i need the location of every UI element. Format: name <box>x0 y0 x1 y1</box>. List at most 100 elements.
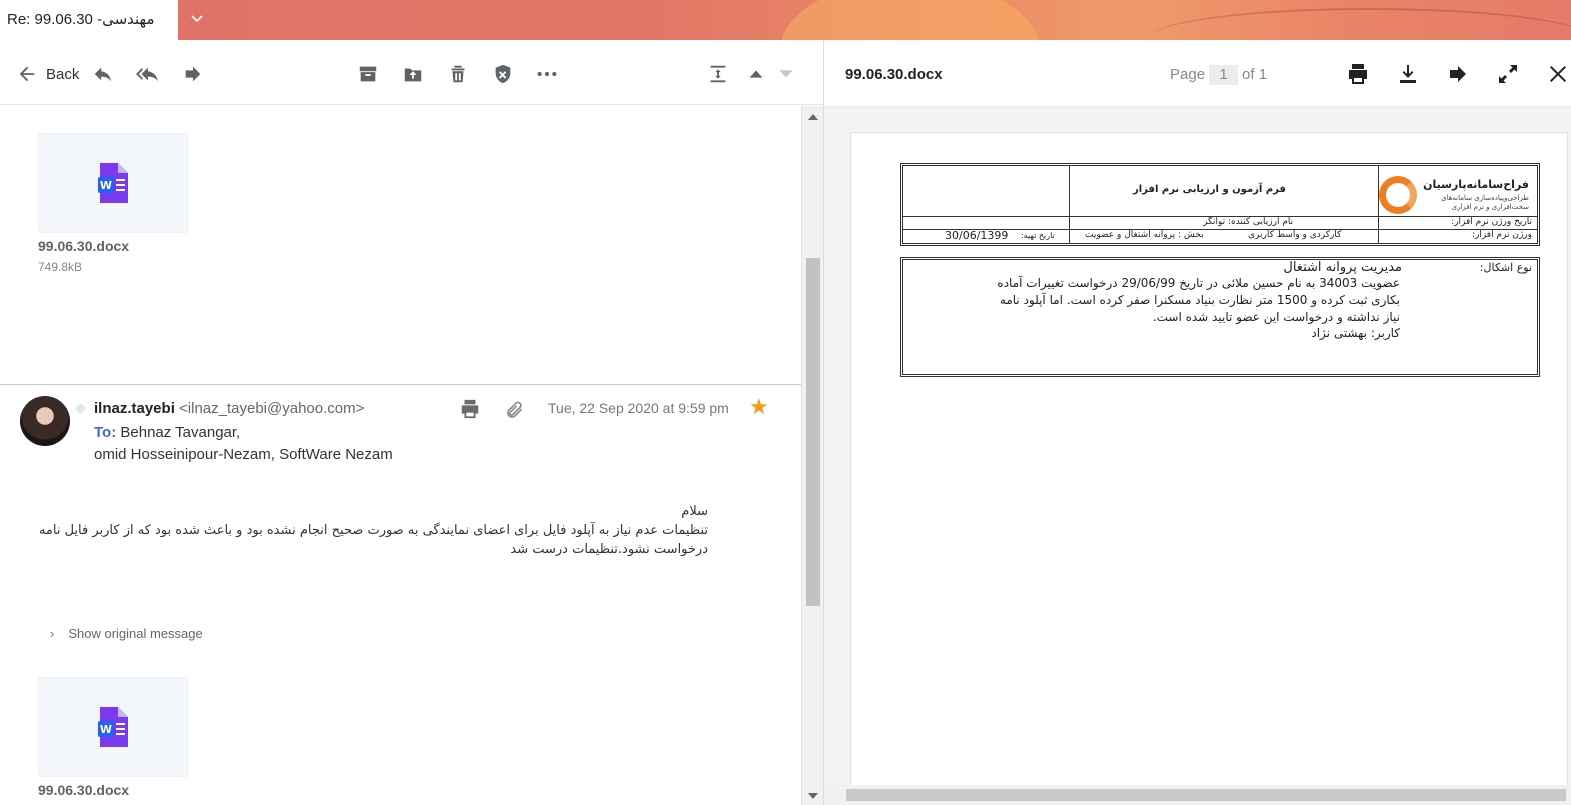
spam-button[interactable] <box>492 62 514 86</box>
issue-table: نوع اشکال: مدیریت پروانه اشتغال عضویت 34… <box>900 257 1540 377</box>
next-icon <box>779 70 793 78</box>
recipients: To: Behnaz Tavangar, omid Hosseinipour-N… <box>94 422 393 466</box>
attachment-filename[interactable]: 99.06.30.docx <box>38 238 190 254</box>
conversation-tab-title[interactable]: Re: 99.06.30 -مهندسی <box>0 0 178 40</box>
word-document-icon: W <box>98 163 128 203</box>
archive-icon <box>359 66 377 82</box>
recipient-list-line[interactable]: Behnaz Tavangar, <box>120 424 240 441</box>
issue-type-label: نوع اشکال: <box>1479 261 1532 274</box>
attachment-indicator <box>505 400 525 425</box>
paperclip-icon <box>507 401 523 418</box>
attachment-thumbnail[interactable]: W <box>38 677 188 777</box>
show-original-label: Show original message <box>68 626 203 641</box>
scroll-down-icon[interactable] <box>808 793 818 799</box>
delete-button[interactable] <box>447 62 469 86</box>
next-message-button[interactable] <box>775 62 797 86</box>
forward-button[interactable] <box>182 62 204 86</box>
version-date-label: تاریخ ورژن نرم افزار: <box>1451 217 1532 227</box>
document-page: فراح‌سامانه‌پارسیان طراحی‌وپیاده‌سازی سا… <box>850 132 1568 787</box>
issue-description: عضویت 34003 به نام حسین ملائی در تاریخ 2… <box>997 276 1400 340</box>
more-button[interactable] <box>536 62 558 86</box>
download-icon <box>1400 65 1416 83</box>
show-original-toggle[interactable]: › Show original message <box>50 626 203 641</box>
delete-icon <box>451 65 465 83</box>
page-indicator: Page 1 of 1 <box>1170 65 1267 85</box>
issue-title: مدیریت پروانه اشتغال <box>1283 260 1402 275</box>
archive-button[interactable] <box>357 62 379 86</box>
recipient-list-line[interactable]: omid Hosseinipour-Nezam, SoftWare Nezam <box>94 444 393 466</box>
forward-icon <box>185 66 201 82</box>
scroll-up-icon[interactable] <box>808 114 818 120</box>
message-scrollbar[interactable] <box>801 106 823 805</box>
attachment-thumbnail[interactable]: W <box>38 133 188 233</box>
star-icon[interactable]: ★ <box>749 394 769 420</box>
attachment-filesize: 749.8kB <box>38 260 83 274</box>
word-document-icon: W <box>98 707 128 747</box>
preview-header: 99.06.30.docx Page 1 of 1 <box>824 40 1571 107</box>
company-logo: فراح‌سامانه‌پارسیان طراحی‌وپیاده‌سازی سا… <box>1379 172 1529 214</box>
prep-date-label: تاریخ تهیه: <box>1021 231 1055 240</box>
previous-message-button[interactable] <box>745 62 767 86</box>
back-button[interactable]: Back <box>16 62 79 86</box>
body-line: سلام <box>681 504 708 519</box>
sender-avatar[interactable] <box>20 396 70 446</box>
print-icon <box>461 399 479 419</box>
form-title: فرم آزمون و ارزیابی نرم افزار <box>1133 184 1286 195</box>
sender-email[interactable]: <ilnaz_tayebi@yahoo.com> <box>179 400 364 417</box>
message-toolbar: Back <box>0 40 823 105</box>
document-preview-pane: 99.06.30.docx Page1of 1 فراح‌س <box>823 40 1571 805</box>
chevron-down-icon[interactable] <box>186 12 208 28</box>
back-arrow-icon <box>19 66 35 82</box>
expand-collapse-button[interactable] <box>707 62 729 86</box>
prep-date: 30/06/1399 <box>945 229 1009 242</box>
fullscreen-button[interactable] <box>1496 62 1520 91</box>
close-icon <box>1550 66 1566 82</box>
message-divider <box>0 384 801 385</box>
download-button[interactable] <box>1396 62 1420 91</box>
reply-all-icon <box>136 67 158 82</box>
previous-icon <box>749 70 763 78</box>
evaluator-label: نام ارزیابی کننده: توانگر <box>1203 217 1294 227</box>
attachment-card[interactable]: W 99.06.30.docx 749.8kB <box>38 133 190 274</box>
scrollbar-thumb[interactable] <box>806 258 820 606</box>
message-body: سلام تنظیمات عدم نیاز به آپلود فایل برای… <box>38 502 708 559</box>
message-date: Tue, 22 Sep 2020 at 9:59 pm <box>548 400 729 416</box>
fullscreen-icon <box>1499 65 1517 83</box>
print-icon <box>1349 64 1367 84</box>
scrollbar-thumb[interactable] <box>846 789 1566 801</box>
sender: ilnaz.tayebi <ilnaz_tayebi@yahoo.com> <box>94 400 364 417</box>
body-line: درخواست نشود.تنظیمات درست شد <box>510 542 708 557</box>
reply-all-button[interactable] <box>136 62 158 86</box>
svg-text:W: W <box>100 723 112 736</box>
move-button[interactable] <box>402 62 424 86</box>
page-label: Page <box>1170 66 1206 83</box>
form-header-table: فراح‌سامانه‌پارسیان طراحی‌وپیاده‌سازی سا… <box>900 163 1540 246</box>
preview-document-name: 99.06.30.docx <box>845 66 943 83</box>
print-message-button[interactable] <box>459 398 481 425</box>
section-label: بخش : پروانه اشتغال و عضویت <box>1085 230 1204 240</box>
reply-icon <box>94 67 112 82</box>
attachment-card[interactable]: W 99.06.30.docx <box>38 677 190 798</box>
message-pane: Back W 99.06.30.docx 749.8kB ilnaz.tayeb… <box>0 40 823 805</box>
header-decoration <box>1150 8 1571 40</box>
preview-horizontal-scrollbar[interactable] <box>824 785 1571 805</box>
back-label: Back <box>46 65 80 83</box>
more-icon <box>537 71 557 77</box>
page-total: of 1 <box>1242 66 1268 83</box>
sender-name[interactable]: ilnaz.tayebi <box>94 400 175 417</box>
forward-document-button[interactable] <box>1446 62 1470 91</box>
forward-icon <box>1450 66 1466 82</box>
move-icon <box>404 68 422 82</box>
page-number-input[interactable]: 1 <box>1209 65 1239 85</box>
svg-text:W: W <box>100 179 112 192</box>
chevron-right-icon: › <box>50 626 55 641</box>
presence-dot <box>76 404 85 413</box>
body-line: تنظیمات عدم نیاز به آپلود فایل برای اعضا… <box>38 523 708 538</box>
version-label: ورژن نرم افزار: <box>1471 230 1532 240</box>
reply-button[interactable] <box>92 62 114 86</box>
header-decoration <box>780 0 1040 40</box>
close-preview-button[interactable] <box>1546 62 1570 91</box>
print-document-button[interactable] <box>1346 62 1370 91</box>
attachment-filename[interactable]: 99.06.30.docx <box>38 782 190 798</box>
to-label: To: <box>94 424 117 441</box>
